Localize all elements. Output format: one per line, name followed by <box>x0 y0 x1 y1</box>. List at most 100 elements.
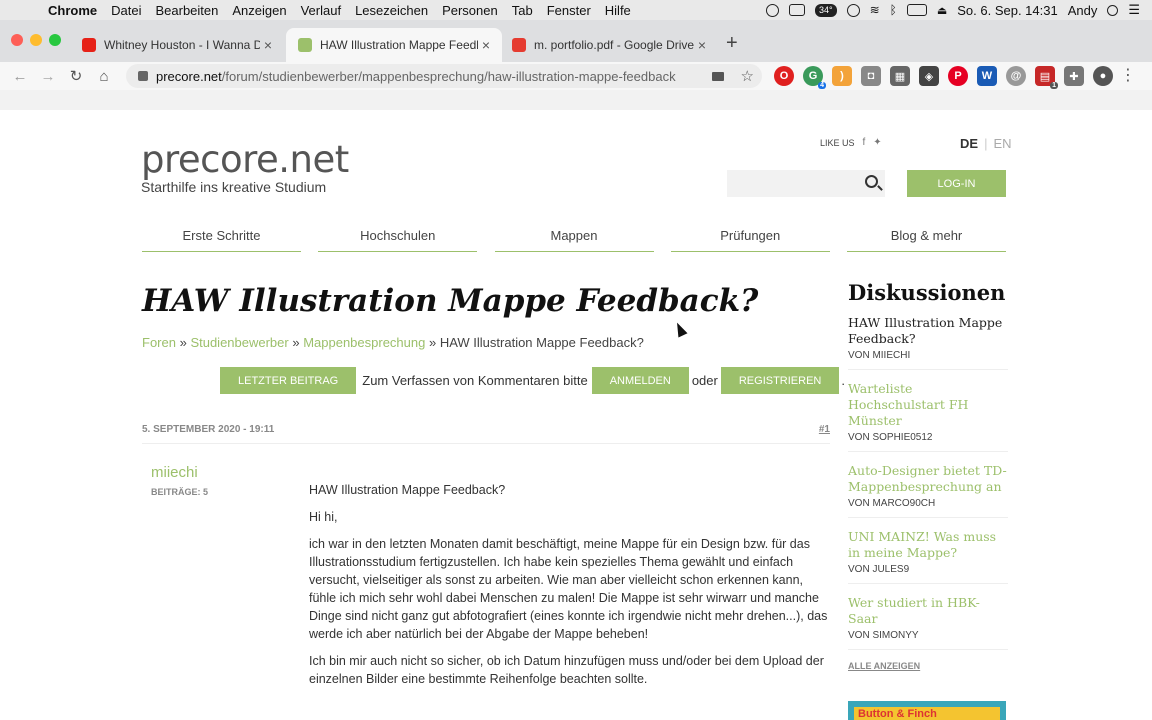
menu-datei[interactable]: Datei <box>111 3 141 18</box>
menu-anzeigen[interactable]: Anzeigen <box>232 3 286 18</box>
control-center-icon[interactable]: ☰ <box>1128 2 1140 18</box>
menubar-datetime[interactable]: So. 6. Sep. 14:31 <box>957 3 1057 18</box>
lang-de[interactable]: DE <box>960 136 978 151</box>
lock-icon[interactable] <box>138 71 148 81</box>
shield-extension-icon[interactable]: ◈ <box>919 66 939 86</box>
post-meta: 5. SEPTEMBER 2020 - 19:11 #1 <box>142 424 830 444</box>
menu-fenster[interactable]: Fenster <box>547 3 591 18</box>
battery-icon[interactable] <box>906 4 927 16</box>
camera-extension-icon[interactable]: ◘ <box>861 66 881 86</box>
tab-title: Whitney Houston - I Wanna Dance <box>104 38 260 52</box>
breadcrumb: Foren » Studienbewerber » Mappenbesprech… <box>142 335 644 350</box>
lang-en[interactable]: EN <box>993 136 1011 151</box>
grammar-extension-icon[interactable]: G4 <box>803 66 826 89</box>
nav-pruefungen[interactable]: Prüfungen <box>670 228 830 252</box>
tab-youtube[interactable]: Whitney Houston - I Wanna Dance × <box>70 28 284 62</box>
discussion-author: VON SIMONYY <box>848 630 919 641</box>
bluetooth-icon[interactable]: ᛒ <box>890 3 897 17</box>
qr-code-icon[interactable]: ▦ <box>890 66 910 86</box>
chrome-menu-icon[interactable]: ⋮ <box>1120 65 1136 85</box>
new-tab-button[interactable]: + <box>726 32 738 55</box>
close-tab-icon[interactable]: × <box>478 37 494 53</box>
author-name[interactable]: miiechi <box>151 464 208 481</box>
tab-title: HAW Illustration Mappe Feedback? <box>320 38 478 52</box>
post-body: HAW Illustration Mappe Feedback? Hi hi, … <box>309 481 830 697</box>
discussion-title[interactable]: HAW Illustration Mappe Feedback? <box>848 315 1008 347</box>
language-switcher: DE | EN <box>960 136 1012 151</box>
nav-mappen[interactable]: Mappen <box>494 228 654 252</box>
nav-erste-schritte[interactable]: Erste Schritte <box>142 228 301 252</box>
post-permalink[interactable]: #1 <box>819 424 830 435</box>
menu-lesezeichen[interactable]: Lesezeichen <box>355 3 428 18</box>
time-machine-icon[interactable] <box>846 3 860 17</box>
puzzle-extensions-icon[interactable]: ✚ <box>1064 66 1084 86</box>
signin-button[interactable]: ANMELDEN <box>591 367 689 394</box>
spiral-extension-icon[interactable]: @ <box>1006 66 1026 86</box>
site-logo[interactable]: precore.net Starthilfe ins kreative Stud… <box>141 138 349 195</box>
ad-banner[interactable]: Button & Finch <box>848 701 1006 720</box>
nav-hochschulen[interactable]: Hochschulen <box>318 228 478 252</box>
discussion-title[interactable]: Wer studiert in HBK-Saar <box>848 595 1008 627</box>
breadcrumb-foren[interactable]: Foren <box>142 335 176 350</box>
menu-app-chrome[interactable]: Chrome <box>48 3 97 18</box>
calendar-extension-icon[interactable]: ▤ 1 <box>1035 66 1058 89</box>
temperature-badge[interactable]: 34° <box>814 3 837 17</box>
bookmark-star-icon[interactable]: ☆ <box>741 67 754 85</box>
close-tab-icon[interactable]: × <box>260 37 276 53</box>
menu-bearbeiten[interactable]: Bearbeiten <box>155 3 218 18</box>
forward-button[interactable]: → <box>34 68 62 85</box>
menu-tab[interactable]: Tab <box>512 3 533 18</box>
opera-extension-icon[interactable]: O <box>774 66 794 86</box>
post-paragraph: HAW Illustration Mappe Feedback? <box>309 483 506 497</box>
breadcrumb-mappenbesprechung[interactable]: Mappenbesprechung <box>303 335 425 350</box>
reload-button[interactable]: ↻ <box>62 67 90 85</box>
discussion-item[interactable]: HAW Illustration Mappe Feedback? VON MII… <box>848 315 1008 370</box>
menu-verlauf[interactable]: Verlauf <box>301 3 341 18</box>
search-icon[interactable] <box>865 175 878 188</box>
window-close-button[interactable] <box>11 34 23 46</box>
register-button[interactable]: REGISTRIEREN <box>720 367 840 394</box>
wifi-icon[interactable]: ≋ <box>870 3 880 17</box>
mouse-cursor-icon <box>672 320 688 338</box>
discussion-item[interactable]: Warteliste Hochschulstart FH Münster VON… <box>848 381 1008 452</box>
extension-badge: 1 <box>1050 82 1058 89</box>
rss-icon[interactable]: ) <box>832 66 852 86</box>
discussion-item[interactable]: Wer studiert in HBK-Saar VON SIMONYY <box>848 595 1008 650</box>
menu-personen[interactable]: Personen <box>442 3 498 18</box>
close-tab-icon[interactable]: × <box>694 37 710 53</box>
facebook-icon[interactable]: f <box>863 137 866 148</box>
last-post-button[interactable]: LETZTER BEITRAG <box>220 367 357 394</box>
extensions-row: O G4 ) ◘ ▦ ◈ P W @ ▤ 1 ✚ ● <box>774 66 1113 89</box>
address-bar[interactable]: precore.net/forum/studienbewerber/mappen… <box>126 64 762 88</box>
spotlight-icon[interactable] <box>1107 4 1119 16</box>
discussion-item[interactable]: Auto-Designer bietet TD-Mappenbesprechun… <box>848 463 1008 518</box>
show-all-discussions-link[interactable]: ALLE ANZEIGEN <box>848 661 1008 671</box>
tab-precore[interactable]: HAW Illustration Mappe Feedback? × <box>286 28 502 62</box>
discussion-item[interactable]: UNI MAINZ! Was muss in meine Mappe? VON … <box>848 529 1008 584</box>
menu-hilfe[interactable]: Hilfe <box>605 3 631 18</box>
do-not-disturb-icon[interactable] <box>765 3 779 17</box>
five-app-icon[interactable] <box>788 4 805 16</box>
breadcrumb-studienbewerber[interactable]: Studienbewerber <box>190 335 288 350</box>
window-minimize-button[interactable] <box>30 34 42 46</box>
word-extension-icon[interactable]: W <box>977 66 997 86</box>
discussion-title[interactable]: Warteliste Hochschulstart FH Münster <box>848 381 1008 429</box>
camera-blocked-icon[interactable] <box>712 71 724 81</box>
tab-title: m. portfolio.pdf - Google Drive <box>534 38 694 52</box>
login-button[interactable]: LOG-IN <box>907 170 1006 197</box>
home-button[interactable]: ⌂ <box>90 68 118 85</box>
window-zoom-button[interactable] <box>49 34 61 46</box>
twitter-icon[interactable]: ✦ <box>873 137 881 148</box>
lang-separator: | <box>984 136 988 151</box>
pinterest-icon[interactable]: P <box>948 66 968 86</box>
discussion-title[interactable]: UNI MAINZ! Was muss in meine Mappe? <box>848 529 1008 561</box>
profile-avatar[interactable]: ● <box>1093 66 1113 86</box>
main-nav: Erste Schritte Hochschulen Mappen Prüfun… <box>142 228 1006 252</box>
nav-blog[interactable]: Blog & mehr <box>847 228 1006 252</box>
site-search-input[interactable] <box>727 170 885 197</box>
eject-icon[interactable]: ⏏ <box>937 4 947 17</box>
back-button[interactable]: ← <box>6 68 34 85</box>
menubar-user[interactable]: Andy <box>1068 3 1098 18</box>
discussion-title[interactable]: Auto-Designer bietet TD-Mappenbesprechun… <box>848 463 1008 495</box>
tab-google-drive[interactable]: m. portfolio.pdf - Google Drive × <box>500 28 718 62</box>
